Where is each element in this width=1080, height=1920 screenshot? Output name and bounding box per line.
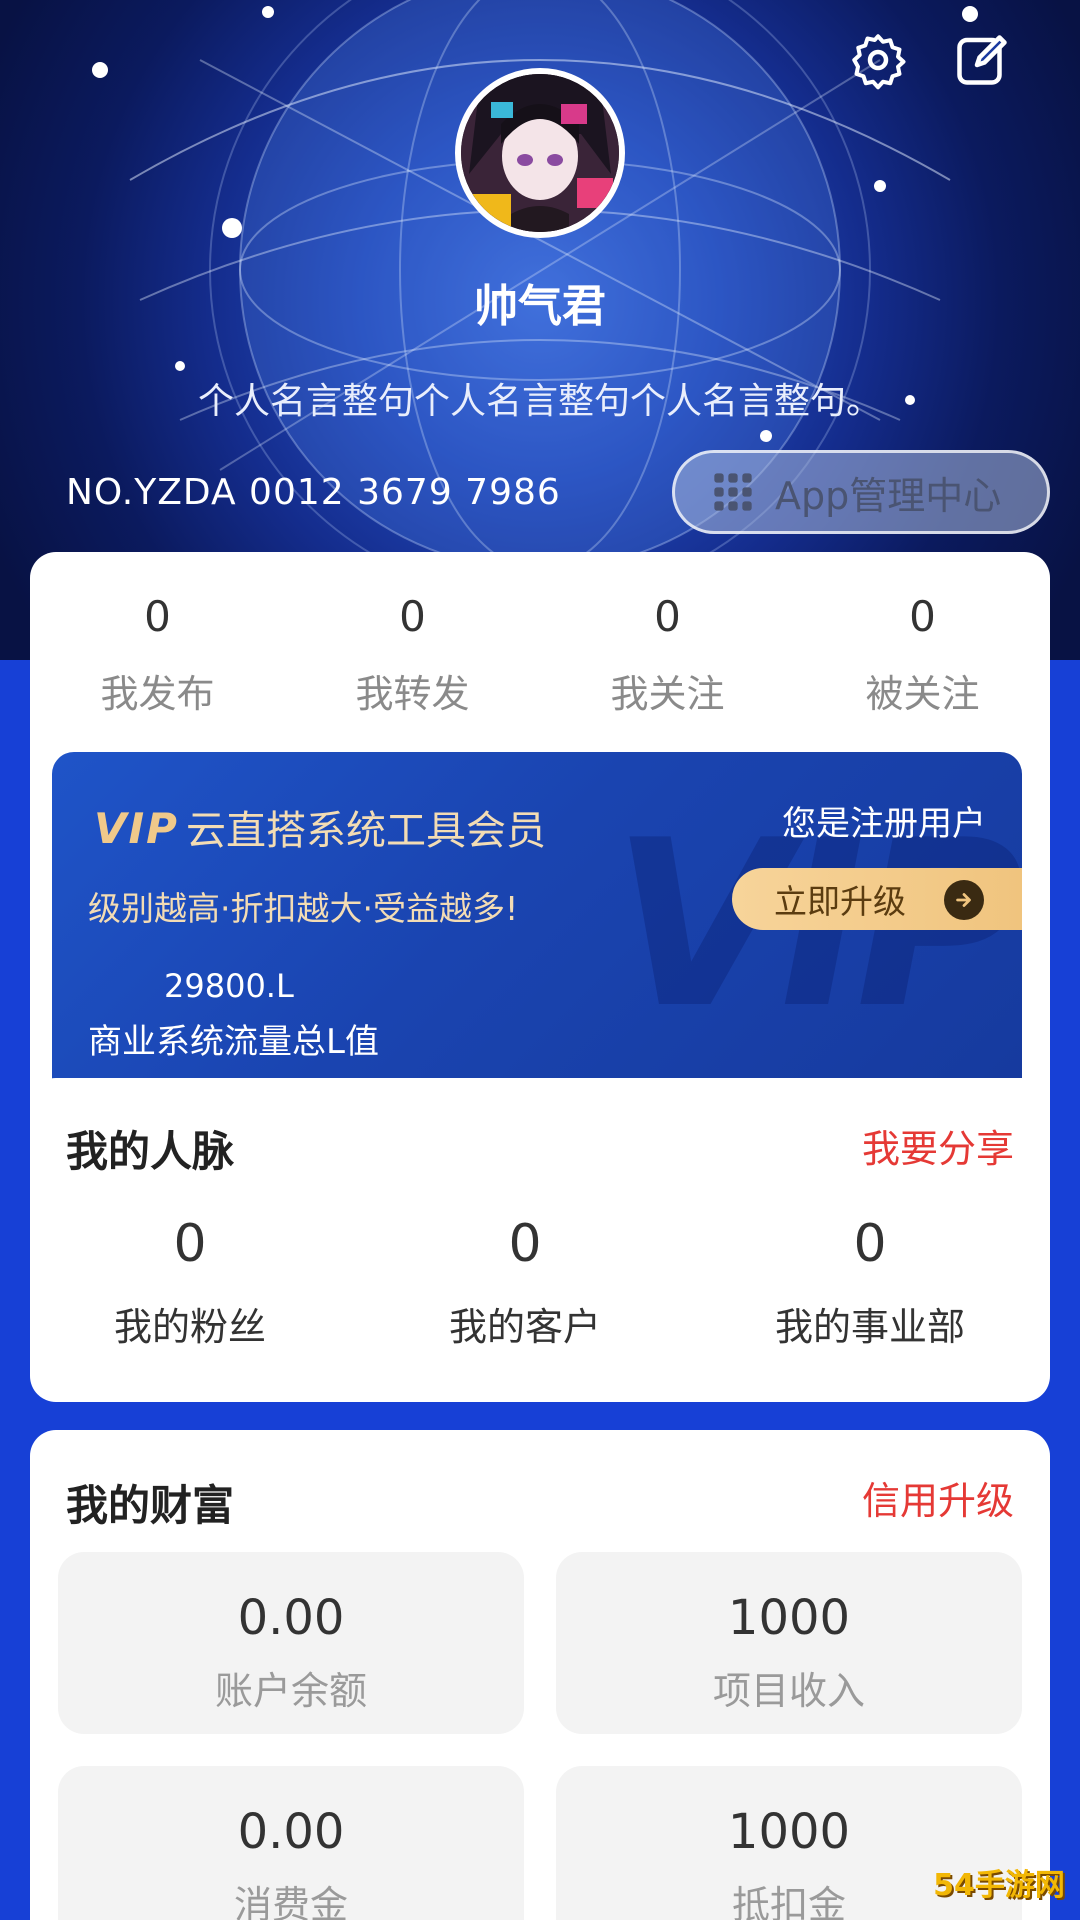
stats-row: 0 我发布 0 我转发 0 我关注 0 被关注 xyxy=(30,592,1050,718)
arrow-right-icon xyxy=(944,880,984,920)
wealth-card: 我的财富 信用升级 0.00 账户余额 1000 项目收入 0.00 消费金 1… xyxy=(30,1430,1050,1920)
user-number: NO.YZDA 0012 3679 7986 xyxy=(66,472,561,513)
vip-traffic-label: 商业系统流量总L值 xyxy=(88,1022,379,1062)
stat-label: 我发布 xyxy=(100,672,215,716)
stat-value: 0 xyxy=(909,592,936,641)
tile-label: 消费金 xyxy=(233,1883,348,1920)
tile-value: 0.00 xyxy=(237,1590,345,1646)
vip-banner[interactable]: VIP VIP 云直搭系统工具会员 您是注册用户 级别越高·折扣越大·受益越多!… xyxy=(52,752,1022,1092)
stat-followers[interactable]: 0 被关注 xyxy=(795,592,1050,718)
settings-icon xyxy=(852,34,906,90)
app-center-label: App管理中心 xyxy=(775,473,1002,518)
site-watermark-logo: 54手游网 xyxy=(933,1868,1065,1903)
network-item-fans[interactable]: 0 我的粉丝 xyxy=(60,1214,320,1351)
stat-label: 我转发 xyxy=(355,672,470,716)
credit-upgrade-link[interactable]: 信用升级 xyxy=(862,1470,1014,1525)
stat-label: 我关注 xyxy=(610,672,725,716)
app-center-button[interactable]: App管理中心 xyxy=(672,450,1050,534)
user-motto: 个人名言整句个人名言整句个人名言整句。 xyxy=(197,381,882,422)
vip-user-status: 您是注册用户 xyxy=(782,804,986,844)
network-card: 我的人脉 我要分享 0 我的粉丝 0 我的客户 0 我的事业部 xyxy=(30,1078,1050,1396)
share-link[interactable]: 我要分享 xyxy=(862,1118,1014,1173)
stat-following[interactable]: 0 我关注 xyxy=(540,592,795,718)
network-item-business[interactable]: 0 我的事业部 xyxy=(740,1214,1000,1351)
network-row: 0 我的粉丝 0 我的客户 0 我的事业部 xyxy=(30,1214,1050,1364)
stat-label: 被关注 xyxy=(865,672,980,716)
grid-icon xyxy=(714,473,752,511)
wealth-tile-balance[interactable]: 0.00 账户余额 xyxy=(58,1552,524,1734)
network-title: 我的人脉 xyxy=(66,1127,235,1176)
settings-button[interactable] xyxy=(846,28,910,92)
network-value: 0 xyxy=(853,1214,887,1274)
vip-logo: VIP xyxy=(94,804,179,853)
network-label: 我的粉丝 xyxy=(113,1305,266,1349)
network-label: 我的客户 xyxy=(448,1305,601,1349)
vip-subtitle: 级别越高·折扣越大·受益越多! xyxy=(88,889,519,928)
stat-published[interactable]: 0 我发布 xyxy=(30,592,285,718)
stat-value: 0 xyxy=(399,592,426,641)
avatar[interactable] xyxy=(455,68,625,238)
wealth-tile-income[interactable]: 1000 项目收入 xyxy=(556,1552,1022,1734)
stat-forwarded[interactable]: 0 我转发 xyxy=(285,592,540,718)
tile-value: 1000 xyxy=(727,1590,851,1646)
network-item-customers[interactable]: 0 我的客户 xyxy=(395,1214,655,1351)
avatar-image xyxy=(461,74,619,232)
edit-profile-button[interactable] xyxy=(950,28,1014,92)
stat-value: 0 xyxy=(144,592,171,641)
wealth-tile-consumption[interactable]: 0.00 消费金 xyxy=(58,1766,524,1920)
network-value: 0 xyxy=(173,1214,207,1274)
edit-icon xyxy=(957,35,1007,85)
network-value: 0 xyxy=(508,1214,542,1274)
upgrade-label: 立即升级 xyxy=(774,882,906,921)
vip-traffic-value: 29800.L xyxy=(164,967,294,1005)
tile-value: 0.00 xyxy=(237,1804,345,1860)
upgrade-now-button[interactable]: 立即升级 xyxy=(732,868,1022,930)
vip-title: 云直搭系统工具会员 xyxy=(186,808,546,854)
network-label: 我的事业部 xyxy=(774,1305,965,1349)
tile-label: 账户余额 xyxy=(214,1669,367,1713)
stat-value: 0 xyxy=(654,592,681,641)
wealth-title: 我的财富 xyxy=(66,1481,235,1530)
username: 帅气君 xyxy=(474,281,606,332)
tile-label: 项目收入 xyxy=(712,1669,865,1713)
